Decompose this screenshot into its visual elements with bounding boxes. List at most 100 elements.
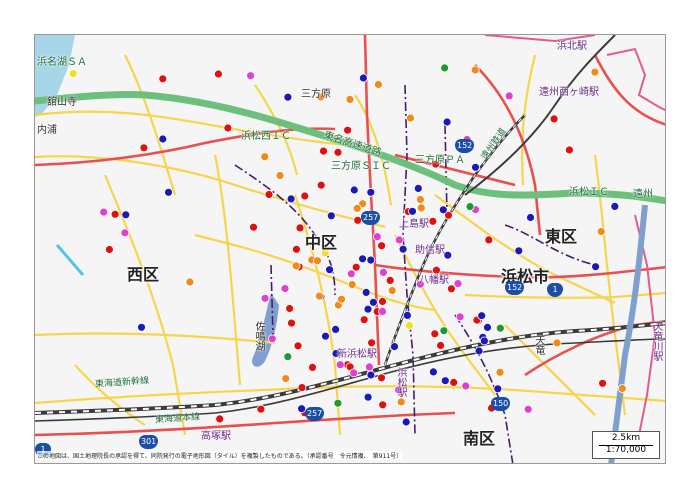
marker-red[interactable]: [297, 383, 307, 393]
marker-red[interactable]: [105, 245, 114, 254]
marker-blue[interactable]: [479, 336, 489, 346]
marker-green[interactable]: [439, 326, 449, 336]
marker-blue[interactable]: [483, 322, 492, 332]
marker-blue[interactable]: [440, 376, 450, 386]
marker-blue[interactable]: [474, 346, 484, 356]
marker-red[interactable]: [316, 180, 326, 190]
marker-red[interactable]: [300, 191, 310, 201]
marker-red[interactable]: [598, 378, 607, 388]
marker-blue[interactable]: [471, 162, 480, 172]
marker-red[interactable]: [484, 235, 494, 245]
marker-red[interactable]: [430, 329, 440, 339]
marker-orange[interactable]: [291, 261, 301, 271]
marker-blue[interactable]: [368, 297, 378, 307]
marker-blue[interactable]: [325, 265, 335, 275]
marker-red[interactable]: [549, 114, 559, 124]
marker-red[interactable]: [213, 69, 223, 79]
marker-red[interactable]: [333, 147, 343, 157]
marker-orange[interactable]: [373, 80, 383, 89]
marker-blue[interactable]: [402, 310, 412, 320]
marker-red[interactable]: [291, 244, 301, 254]
marker-magenta[interactable]: [523, 404, 533, 414]
marker-red[interactable]: [293, 341, 303, 351]
marker-red[interactable]: [308, 362, 317, 372]
marker-orange[interactable]: [617, 384, 627, 393]
marker-red[interactable]: [223, 123, 233, 133]
marker-red[interactable]: [256, 404, 266, 414]
marker-blue[interactable]: [413, 183, 423, 193]
map-canvas[interactable]: 西区 中区 東区 南区 浜松市 三方原 内浦 佐鳴湖 浜名湖ＳＡ 三方原ＰＡ 三…: [34, 34, 666, 464]
marker-green[interactable]: [283, 352, 293, 362]
marker-green[interactable]: [333, 398, 343, 408]
marker-magenta[interactable]: [346, 269, 356, 279]
marker-orange[interactable]: [406, 113, 415, 123]
marker-red[interactable]: [158, 74, 168, 84]
marker-magenta[interactable]: [455, 312, 465, 322]
marker-green[interactable]: [465, 202, 475, 212]
marker-red[interactable]: [249, 222, 258, 232]
marker-blue[interactable]: [477, 311, 487, 321]
marker-orange[interactable]: [281, 374, 291, 384]
marker-magenta[interactable]: [504, 91, 514, 101]
marker-blue[interactable]: [610, 201, 620, 211]
marker-magenta[interactable]: [378, 306, 387, 316]
marker-magenta[interactable]: [378, 267, 388, 277]
marker-blue[interactable]: [363, 304, 373, 314]
marker-blue[interactable]: [137, 322, 146, 332]
marker-orange[interactable]: [396, 397, 406, 407]
marker-blue[interactable]: [331, 324, 341, 334]
marker-orange[interactable]: [470, 65, 480, 75]
marker-magenta[interactable]: [280, 284, 290, 294]
marker-red[interactable]: [378, 297, 387, 306]
marker-red[interactable]: [385, 275, 395, 285]
marker-orange[interactable]: [415, 195, 425, 204]
marker-red[interactable]: [110, 209, 120, 219]
marker-orange[interactable]: [352, 203, 362, 213]
marker-red[interactable]: [377, 373, 386, 383]
marker-red[interactable]: [285, 304, 295, 313]
marker-blue[interactable]: [349, 185, 359, 195]
marker-magenta[interactable]: [335, 360, 345, 370]
marker-blue[interactable]: [438, 205, 448, 215]
marker-blue[interactable]: [526, 213, 535, 222]
marker-magenta[interactable]: [394, 235, 404, 245]
marker-blue[interactable]: [326, 211, 336, 221]
marker-magenta[interactable]: [260, 293, 270, 303]
marker-blue[interactable]: [283, 92, 293, 102]
marker-blue[interactable]: [398, 244, 408, 254]
marker-magenta[interactable]: [364, 362, 374, 372]
marker-orange[interactable]: [347, 280, 357, 289]
marker-magenta[interactable]: [99, 207, 109, 217]
marker-red[interactable]: [378, 400, 388, 410]
marker-red[interactable]: [295, 223, 305, 233]
marker-red[interactable]: [264, 190, 274, 199]
marker-blue[interactable]: [363, 392, 373, 402]
marker-blue[interactable]: [358, 254, 368, 264]
marker-orange[interactable]: [260, 152, 270, 162]
marker-red[interactable]: [446, 284, 456, 294]
marker-yellow[interactable]: [404, 321, 414, 330]
marker-magenta[interactable]: [246, 71, 256, 81]
marker-green[interactable]: [495, 323, 505, 333]
marker-blue[interactable]: [390, 342, 399, 352]
marker-magenta[interactable]: [267, 334, 277, 344]
marker-orange[interactable]: [312, 256, 322, 266]
marker-orange[interactable]: [495, 367, 505, 377]
marker-orange[interactable]: [387, 286, 397, 295]
marker-orange[interactable]: [345, 95, 355, 104]
marker-blue[interactable]: [401, 417, 411, 427]
marker-red[interactable]: [287, 318, 296, 328]
marker-orange[interactable]: [552, 338, 562, 348]
marker-orange[interactable]: [416, 203, 426, 213]
marker-blue[interactable]: [493, 384, 503, 394]
marker-blue[interactable]: [366, 187, 376, 197]
marker-orange[interactable]: [185, 277, 195, 287]
marker-magenta[interactable]: [461, 381, 471, 391]
marker-blue[interactable]: [121, 210, 131, 220]
marker-blue[interactable]: [321, 331, 330, 341]
marker-red[interactable]: [428, 216, 438, 226]
marker-red[interactable]: [436, 341, 446, 350]
marker-blue[interactable]: [358, 73, 368, 83]
marker-magenta[interactable]: [349, 368, 359, 378]
marker-orange[interactable]: [337, 294, 346, 304]
